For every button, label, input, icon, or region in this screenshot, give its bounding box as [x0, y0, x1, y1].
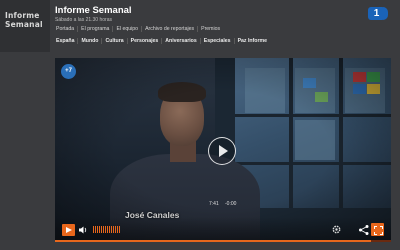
nav-divider [161, 38, 163, 44]
nav-divider [77, 26, 79, 32]
volume-bar [105, 226, 106, 233]
section-item-personajes[interactable]: Personajes [130, 38, 160, 44]
nav-divider [126, 38, 128, 44]
nav-item-portada[interactable]: Portada [55, 26, 75, 32]
schedule-subtitle: Sábado a las 21.30 horas [55, 17, 112, 23]
settings-icon[interactable] [331, 224, 342, 235]
player-controls [55, 217, 391, 242]
volume-bar [107, 226, 108, 233]
volume-slider[interactable] [93, 226, 120, 233]
logo-line-1: Informe [5, 11, 40, 20]
primary-nav: Portada El programa El equipo Archivo de… [55, 26, 221, 32]
nav-divider [197, 26, 199, 32]
logo-line-2: Semanal [5, 20, 43, 29]
nav-item-premios[interactable]: Premios [200, 26, 221, 32]
nav-divider [141, 26, 143, 32]
nav-divider [199, 38, 201, 44]
section-item-aniversarios[interactable]: Aniversarios [164, 38, 197, 44]
volume-bar [111, 226, 112, 233]
progress-bar[interactable] [55, 240, 391, 242]
section-item-espana[interactable]: España [55, 38, 75, 44]
volume-bar [115, 226, 116, 233]
section-item-especiales[interactable]: Especiales [203, 38, 232, 44]
nav-item-el-programa[interactable]: El programa [80, 26, 110, 32]
volume-bar [99, 226, 100, 233]
volume-bar [95, 226, 96, 233]
section-item-mundo[interactable]: Mundo [80, 38, 99, 44]
program-logo[interactable]: Informe Semanal [0, 0, 50, 52]
remaining-time: -0:00 [225, 201, 237, 207]
volume-bar [103, 226, 104, 233]
current-time: 7:41 [209, 201, 219, 207]
video-player[interactable]: +7 7:41 -0:00 José Canales [55, 58, 391, 242]
app-window: Informe Semanal Informe Semanal Sábado a… [0, 0, 400, 250]
volume-bar [119, 226, 120, 233]
section-item-cultura[interactable]: Cultura [104, 38, 124, 44]
progress-fill [55, 240, 371, 242]
volume-bar [109, 226, 110, 233]
nav-divider [77, 38, 79, 44]
page-title[interactable]: Informe Semanal [55, 5, 132, 16]
nav-item-el-equipo[interactable]: El equipo [115, 26, 139, 32]
volume-bar [113, 226, 114, 233]
volume-bar [101, 226, 102, 233]
play-overlay-icon[interactable] [208, 137, 236, 165]
volume-bar [93, 226, 94, 233]
section-nav: España Mundo Cultura Personajes Aniversa… [55, 38, 268, 44]
nav-item-archivo[interactable]: Archivo de reportajes [144, 26, 195, 32]
nav-divider [233, 38, 235, 44]
nav-divider [112, 26, 114, 32]
section-item-paz-informe[interactable]: Paz Informe [237, 38, 268, 44]
channel-logo[interactable]: 1 [368, 7, 388, 20]
volume-bar [97, 226, 98, 233]
share-icon[interactable] [358, 224, 370, 236]
volume-bar [117, 226, 118, 233]
age-rating-badge: +7 [61, 64, 76, 79]
nav-divider [101, 38, 103, 44]
volume-icon[interactable] [78, 225, 88, 235]
play-icon[interactable] [62, 224, 75, 236]
fullscreen-icon[interactable] [371, 223, 384, 236]
